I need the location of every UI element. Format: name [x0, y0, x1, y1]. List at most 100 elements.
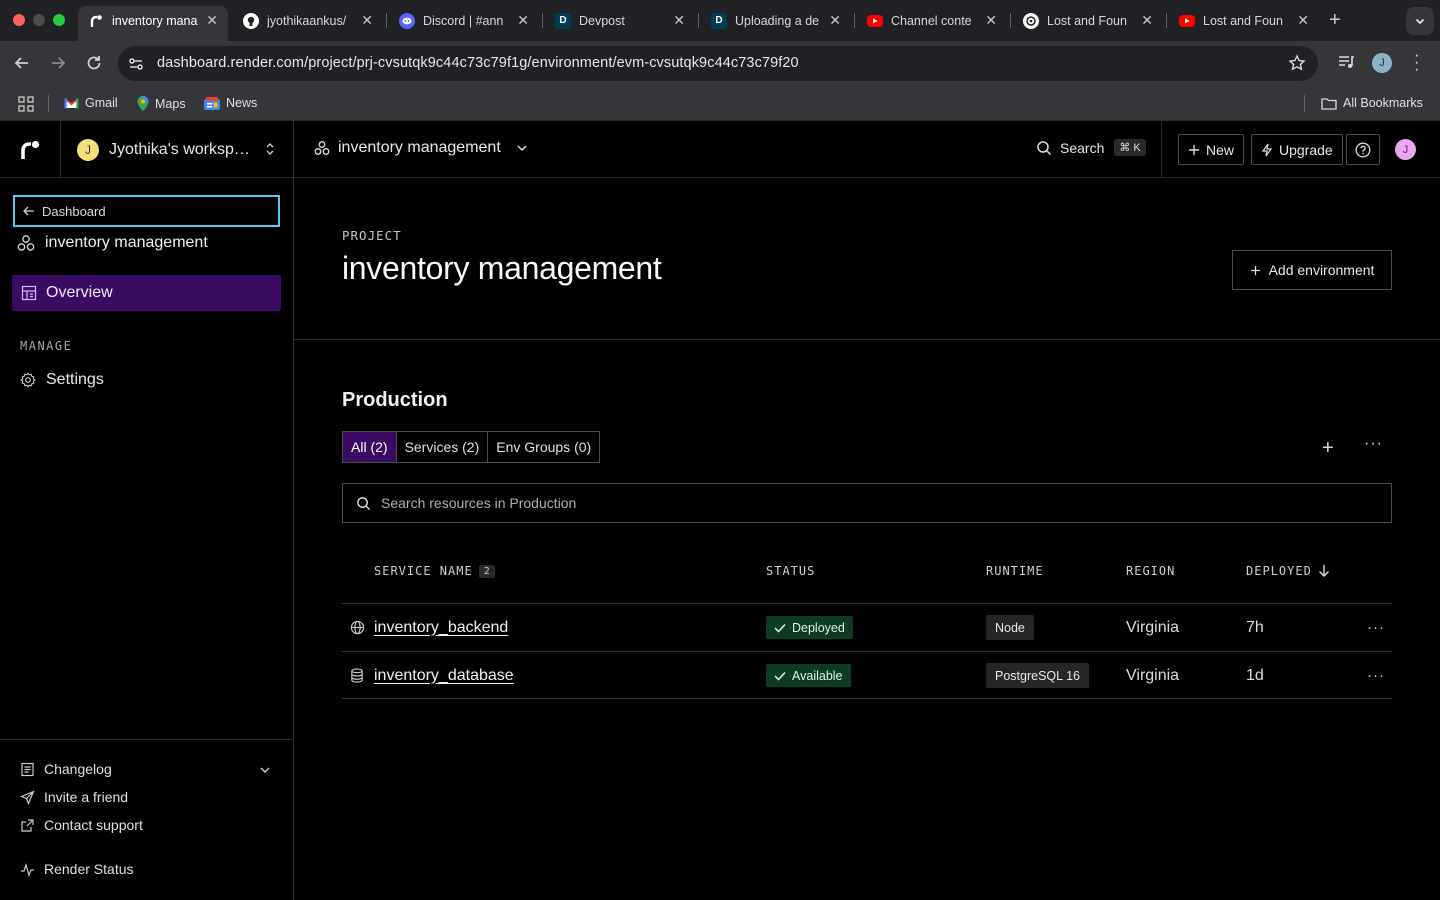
render-logo-button[interactable]: [0, 121, 61, 178]
global-search-button[interactable]: Search ⌘ K: [1036, 139, 1146, 156]
invite-label: Invite a friend: [44, 789, 129, 805]
bookmark-label: News: [226, 96, 258, 110]
render-dashboard: J Jyothika's workspace inventory managem…: [0, 121, 1440, 900]
close-tab-icon[interactable]: ✕: [206, 12, 218, 29]
tab-separator: [698, 13, 699, 28]
add-resource-button[interactable]: +: [1322, 437, 1334, 460]
resource-search-input[interactable]: [381, 495, 1281, 511]
browser-tab[interactable]: inventory mana ✕: [78, 6, 228, 41]
devpost-icon: D: [711, 12, 727, 29]
main-content: PROJECT inventory management Add environ…: [294, 178, 1440, 900]
table-row[interactable]: inventory_backend Deployed Node Virginia…: [342, 603, 1392, 651]
filter-tab-all[interactable]: All (2): [343, 432, 397, 462]
apps-grid-icon[interactable]: [18, 96, 34, 112]
media-control-icon[interactable]: [1337, 53, 1355, 71]
browser-tab[interactable]: D Devpost ✕: [545, 6, 695, 35]
filter-tab-services[interactable]: Services (2): [397, 432, 489, 462]
column-header-runtime[interactable]: RUNTIME: [986, 564, 1044, 578]
add-environment-button[interactable]: Add environment: [1232, 250, 1392, 290]
environment-more-button[interactable]: ···: [1364, 435, 1383, 453]
url-text[interactable]: dashboard.render.com/project/prj-cvsutqk…: [157, 55, 799, 71]
upgrade-button[interactable]: Upgrade: [1251, 134, 1343, 165]
maps-pin-icon: [137, 96, 149, 111]
site-info-icon[interactable]: [127, 55, 145, 73]
help-icon: [1355, 142, 1371, 157]
changelog-link[interactable]: Changelog: [20, 761, 275, 777]
status-badge: Deployed: [766, 616, 853, 639]
tab-search-button[interactable]: [1406, 7, 1434, 35]
all-bookmarks-button[interactable]: All Bookmarks: [1321, 96, 1423, 110]
sidebar-item-overview[interactable]: Overview: [12, 275, 281, 311]
service-name-link[interactable]: inventory_database: [374, 667, 514, 685]
database-icon: [351, 668, 363, 683]
search-icon: [1037, 140, 1052, 155]
new-tab-button[interactable]: +: [1329, 9, 1341, 32]
column-header-status[interactable]: STATUS: [766, 564, 815, 578]
bookmark-gmail[interactable]: Gmail: [64, 96, 118, 110]
close-window-button[interactable]: [13, 14, 25, 26]
dashboard-icon: [21, 285, 37, 301]
page-title: inventory management: [342, 250, 662, 286]
invite-friend-link[interactable]: Invite a friend: [20, 789, 128, 805]
row-more-button[interactable]: ···: [1367, 652, 1385, 699]
browser-tab[interactable]: jyothikaankus/ ✕: [233, 6, 383, 35]
help-button[interactable]: [1346, 134, 1380, 165]
filter-tab-env-groups[interactable]: Env Groups (0): [488, 432, 599, 462]
browser-tab[interactable]: Discord | #ann ✕: [389, 6, 539, 35]
deployed-value: 1d: [1246, 666, 1264, 684]
chevron-down-icon[interactable]: [259, 764, 271, 776]
kebab-menu-icon[interactable]: · · ·: [1414, 48, 1419, 78]
send-icon: [20, 789, 35, 805]
close-tab-icon[interactable]: ✕: [673, 12, 685, 29]
row-more-button[interactable]: ···: [1367, 604, 1385, 651]
close-tab-icon[interactable]: ✕: [361, 12, 373, 29]
maximize-window-button[interactable]: [53, 14, 65, 26]
plus-icon: [1189, 144, 1199, 155]
region-value: Virginia: [1126, 618, 1180, 636]
project-selector[interactable]: inventory management: [314, 139, 529, 157]
bookmark-news[interactable]: News: [204, 96, 257, 110]
close-tab-icon[interactable]: ✕: [829, 12, 841, 29]
service-name-link[interactable]: inventory_backend: [374, 619, 508, 637]
tab-separator: [1166, 13, 1167, 28]
bookmark-star-icon[interactable]: [1288, 54, 1306, 72]
search-icon: [357, 496, 371, 510]
close-tab-icon[interactable]: ✕: [1141, 12, 1153, 29]
chevron-down-icon: [1415, 18, 1425, 25]
table-row[interactable]: inventory_database Available PostgreSQL …: [342, 651, 1392, 699]
workspace-switcher[interactable]: J Jyothika's workspace: [61, 121, 294, 178]
close-tab-icon[interactable]: ✕: [985, 12, 997, 29]
column-header-service-name[interactable]: SERVICE NAME 2: [374, 564, 495, 578]
browser-tab[interactable]: Lost and Foun ✕: [1013, 6, 1163, 35]
browser-tab[interactable]: D Uploading a de ✕: [701, 6, 851, 35]
back-arrow-icon[interactable]: [12, 53, 32, 73]
external-link-icon: [21, 818, 34, 832]
render-status-link[interactable]: Render Status: [20, 861, 134, 877]
forward-arrow-icon[interactable]: [48, 53, 68, 73]
profile-avatar[interactable]: J: [1372, 53, 1392, 73]
minimize-window-button[interactable]: [33, 14, 45, 26]
close-tab-icon[interactable]: ✕: [517, 12, 529, 29]
contact-support-link[interactable]: Contact support: [20, 817, 143, 833]
bookmarks-bar: Gmail Maps News All Bookmarks: [0, 86, 1440, 121]
sidebar-item-settings[interactable]: Settings: [20, 371, 104, 389]
close-tab-icon[interactable]: ✕: [1297, 12, 1309, 29]
service-count-badge: 2: [478, 564, 495, 578]
news-icon: [204, 96, 220, 110]
column-header-deployed[interactable]: DEPLOYED: [1246, 564, 1330, 578]
address-bar[interactable]: dashboard.render.com/project/prj-cvsutqk…: [118, 46, 1318, 81]
bookmark-maps[interactable]: Maps: [137, 96, 186, 111]
resource-search: [342, 483, 1392, 523]
youtube-icon: [867, 14, 883, 27]
new-button[interactable]: New: [1178, 134, 1245, 165]
tab-title: Uploading a de: [735, 13, 820, 28]
back-to-dashboard-link[interactable]: Dashboard: [13, 195, 280, 227]
browser-tab[interactable]: Lost and Foun ✕: [1169, 6, 1319, 35]
project-icon: [17, 235, 35, 251]
column-header-region[interactable]: REGION: [1126, 564, 1175, 578]
browser-tab[interactable]: Channel conte ✕: [857, 6, 1007, 35]
runtime-badge: PostgreSQL 16: [986, 663, 1090, 688]
user-avatar[interactable]: J: [1395, 139, 1416, 160]
browser-toolbar: dashboard.render.com/project/prj-cvsutqk…: [0, 41, 1440, 86]
reload-icon[interactable]: [84, 53, 104, 73]
